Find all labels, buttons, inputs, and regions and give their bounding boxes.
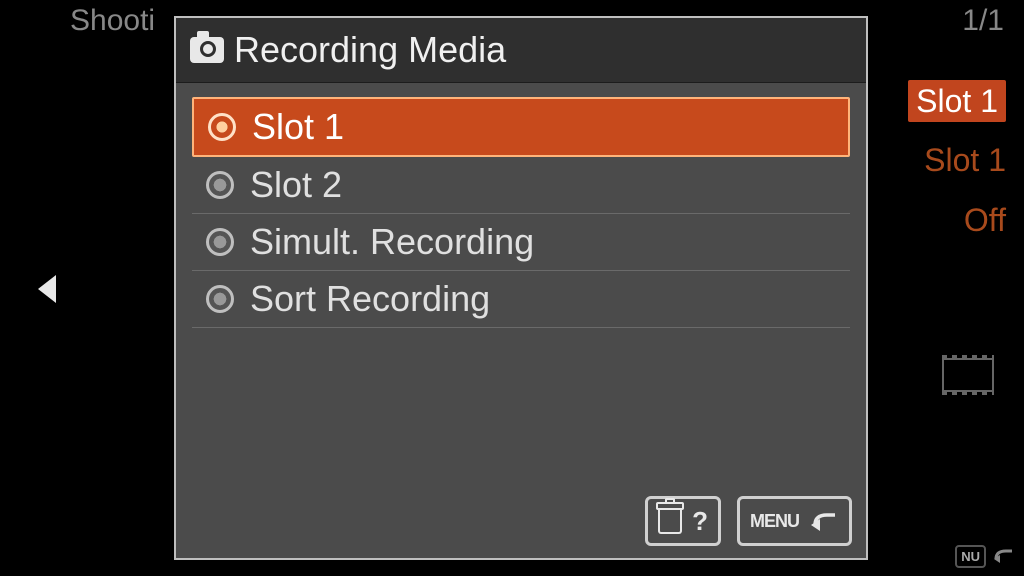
menu-label: MENU	[750, 511, 799, 532]
option-simult-recording[interactable]: Simult. Recording	[192, 214, 850, 271]
radio-icon	[206, 171, 234, 199]
menu-back-button[interactable]: MENU	[737, 496, 852, 546]
value-slot1-pill: Slot 1	[908, 80, 1006, 122]
radio-icon	[208, 113, 236, 141]
help-button[interactable]: ?	[645, 496, 721, 546]
option-label: Slot 2	[250, 164, 342, 206]
option-slot-2[interactable]: Slot 2	[192, 157, 850, 214]
question-mark-icon: ?	[692, 506, 708, 537]
option-label: Sort Recording	[250, 278, 490, 320]
value-off: Off	[908, 190, 1006, 250]
background-bottom-right: NU	[955, 545, 1016, 568]
film-icons	[942, 358, 994, 426]
dialog-footer: ? MENU	[176, 490, 866, 558]
dialog-header: Recording Media	[176, 18, 866, 83]
option-list: Slot 1 Slot 2 Simult. Recording Sort Rec…	[176, 83, 866, 490]
background-breadcrumb: Shooti	[70, 4, 155, 38]
option-label: Simult. Recording	[250, 221, 534, 263]
mini-menu-label: NU	[955, 545, 986, 568]
value-slot1: Slot 1	[908, 130, 1006, 190]
back-curve-icon	[992, 547, 1016, 567]
page-indicator: 1/1	[962, 4, 1004, 38]
back-arrow-icon	[809, 509, 839, 533]
radio-icon	[206, 228, 234, 256]
radio-icon	[206, 285, 234, 313]
recording-media-dialog: Recording Media Slot 1 Slot 2 Simult. Re…	[174, 16, 868, 560]
camera-icon	[190, 37, 224, 63]
option-slot-1[interactable]: Slot 1	[192, 97, 850, 157]
film-icon	[942, 358, 994, 392]
dialog-title: Recording Media	[234, 29, 506, 71]
option-sort-recording[interactable]: Sort Recording	[192, 271, 850, 328]
nav-left-arrow-icon[interactable]	[38, 275, 56, 303]
background-setting-values: Slot 1 Slot 1 Off	[908, 70, 1006, 250]
option-label: Slot 1	[252, 106, 344, 148]
trash-icon	[658, 508, 682, 534]
